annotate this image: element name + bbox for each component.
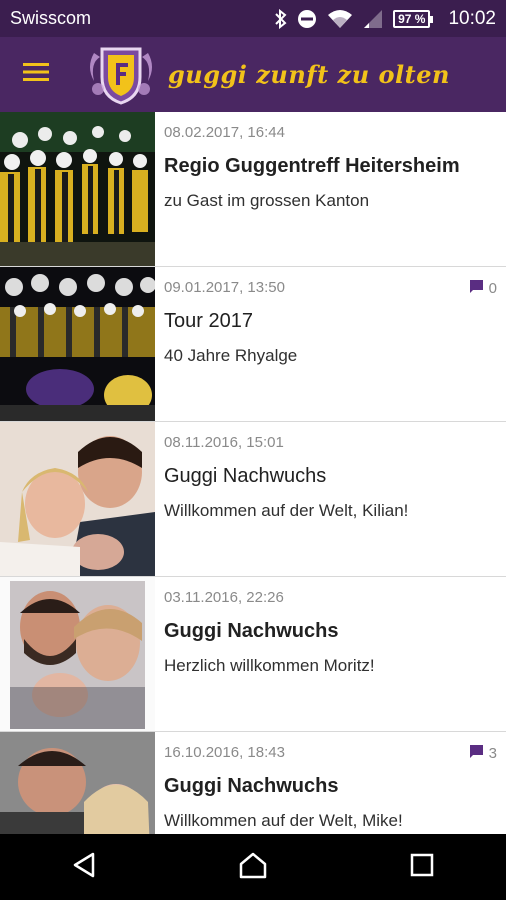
- home-icon: [238, 851, 268, 884]
- news-title: Regio Guggentreff Heitersheim: [164, 155, 460, 177]
- news-body: 08.11.2016, 15:01 Guggi Nachwuchs Willko…: [155, 422, 506, 576]
- clock: 10:02: [448, 7, 496, 29]
- news-subtitle: zu Gast im grossen Kanton: [164, 191, 370, 210]
- news-title: Guggi Nachwuchs: [164, 620, 339, 642]
- system-nav-bar: [0, 834, 506, 900]
- news-date: 03.11.2016, 22:26: [164, 589, 284, 606]
- news-body: 03.11.2016, 22:26 Guggi Nachwuchs Herzli…: [155, 577, 506, 731]
- news-title: Guggi Nachwuchs: [164, 775, 339, 797]
- comment-count: 0: [488, 280, 497, 297]
- guild-crest-logo: [86, 43, 156, 107]
- news-subtitle: Herzlich willkommen Moritz!: [164, 656, 375, 675]
- battery-icon: 97 %: [393, 9, 434, 28]
- battery-level: 97 %: [398, 11, 426, 26]
- news-date: 09.01.2017, 13:50: [164, 279, 285, 296]
- news-body: 09.01.2017, 13:50 Tour 2017 40 Jahre Rhy…: [155, 267, 506, 421]
- menu-button[interactable]: [0, 37, 72, 112]
- news-date: 16.10.2016, 18:43: [164, 744, 285, 761]
- news-thumbnail-family-photo: [0, 422, 155, 576]
- news-title: Guggi Nachwuchs: [164, 465, 327, 487]
- news-body: 08.02.2017, 16:44 Regio Guggentreff Heit…: [155, 112, 506, 266]
- comment-count-badge[interactable]: 0: [469, 279, 497, 298]
- news-subtitle: 40 Jahre Rhyalge: [164, 346, 298, 365]
- comment-count: 3: [488, 745, 497, 762]
- news-body: 16.10.2016, 18:43 Guggi Nachwuchs Willko…: [155, 732, 506, 834]
- recents-button[interactable]: [382, 834, 462, 900]
- news-subtitle: Willkommen auf der Welt, Kilian!: [164, 501, 409, 520]
- app-bar: guggi zunft zu olten: [0, 37, 506, 112]
- back-icon: [71, 851, 97, 884]
- home-button[interactable]: [213, 834, 293, 900]
- bluetooth-icon: [275, 8, 287, 29]
- hamburger-menu-icon: [23, 62, 49, 87]
- news-item[interactable]: 08.11.2016, 15:01 Guggi Nachwuchs Willko…: [0, 422, 506, 577]
- news-list[interactable]: 08.02.2017, 16:44 Regio Guggentreff Heit…: [0, 112, 506, 834]
- news-subtitle: Willkommen auf der Welt, Mike!: [164, 811, 403, 830]
- news-item[interactable]: 16.10.2016, 18:43 Guggi Nachwuchs Willko…: [0, 732, 506, 834]
- comment-count-badge[interactable]: 3: [469, 744, 497, 763]
- news-date: 08.11.2016, 15:01: [164, 434, 284, 451]
- news-title: Tour 2017: [164, 310, 253, 332]
- news-item[interactable]: 09.01.2017, 13:50 Tour 2017 40 Jahre Rhy…: [0, 267, 506, 422]
- do-not-disturb-icon: [297, 9, 317, 29]
- back-button[interactable]: [44, 834, 124, 900]
- comment-icon: [469, 744, 484, 763]
- signal-icon: [363, 9, 383, 29]
- wifi-icon: [327, 9, 353, 29]
- app-title: guggi zunft zu olten: [168, 60, 450, 89]
- comment-icon: [469, 279, 484, 298]
- news-thumbnail-band-parade: [0, 267, 155, 421]
- news-date: 08.02.2017, 16:44: [164, 124, 285, 141]
- news-thumbnail-family-photo: [0, 732, 155, 834]
- news-thumbnail-band-stage: [0, 112, 155, 266]
- news-item[interactable]: 08.02.2017, 16:44 Regio Guggentreff Heit…: [0, 112, 506, 267]
- news-item[interactable]: 03.11.2016, 22:26 Guggi Nachwuchs Herzli…: [0, 577, 506, 732]
- news-thumbnail-family-photo: [0, 577, 155, 731]
- carrier-name: Swisscom: [10, 8, 92, 28]
- status-icons: 97 % 10:02: [275, 8, 496, 30]
- status-bar: Swisscom 97 % 10:02: [0, 0, 506, 37]
- recents-icon: [410, 853, 434, 882]
